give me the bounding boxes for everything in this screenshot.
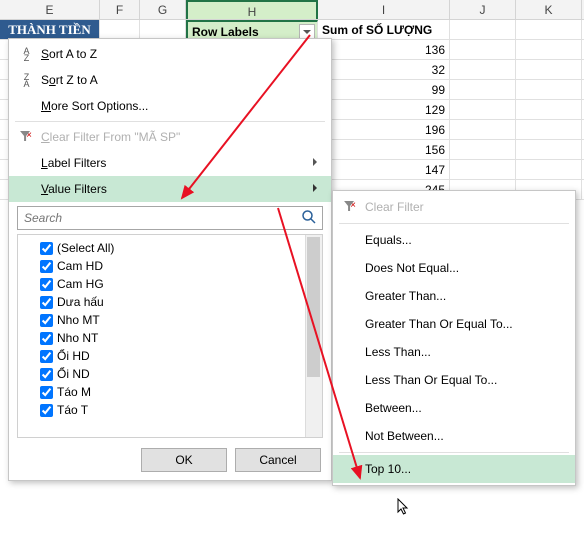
menu-separator bbox=[339, 452, 569, 453]
checkbox[interactable] bbox=[40, 314, 53, 327]
checkbox[interactable] bbox=[40, 278, 53, 291]
mouse-cursor-icon bbox=[397, 498, 411, 521]
list-item[interactable]: Ổi HD bbox=[40, 347, 318, 365]
row-labels-text: Row Labels bbox=[192, 25, 259, 39]
checkbox[interactable] bbox=[40, 242, 53, 255]
sub-clear-filter: Clear Filter bbox=[333, 193, 575, 221]
col-I[interactable]: I bbox=[318, 0, 450, 19]
sub-not-equal[interactable]: Does Not Equal... bbox=[333, 254, 575, 282]
list-item[interactable]: Cam HG bbox=[40, 275, 318, 293]
sub-less-than[interactable]: Less Than... bbox=[333, 338, 575, 366]
checkbox[interactable] bbox=[40, 404, 53, 417]
menu-separator bbox=[15, 121, 325, 122]
cell-thanh-tien[interactable]: THÀNH TIỀN bbox=[0, 20, 100, 39]
value-cell[interactable]: 129 bbox=[318, 100, 450, 119]
scrollbar[interactable] bbox=[305, 235, 322, 437]
col-G[interactable]: G bbox=[140, 0, 186, 19]
col-J[interactable]: J bbox=[450, 0, 516, 19]
sort-z-to-a[interactable]: Sort Z to A bbox=[9, 67, 331, 93]
checkbox[interactable] bbox=[40, 296, 53, 309]
search-input[interactable] bbox=[17, 206, 323, 230]
search-icon[interactable] bbox=[301, 209, 319, 227]
sub-between[interactable]: Between... bbox=[333, 394, 575, 422]
value-cell[interactable]: 196 bbox=[318, 120, 450, 139]
filter-checklist: (Select All) Cam HD Cam HG Dưa hấu Nho M… bbox=[17, 234, 323, 438]
checkbox[interactable] bbox=[40, 368, 53, 381]
search-box bbox=[17, 206, 323, 230]
list-item[interactable]: Ổi ND bbox=[40, 365, 318, 383]
cell-row-labels[interactable]: Row Labels bbox=[186, 20, 318, 39]
label-filters[interactable]: Label Filters bbox=[9, 150, 331, 176]
checkbox[interactable] bbox=[40, 386, 53, 399]
cancel-button[interactable]: Cancel bbox=[235, 448, 321, 472]
list-item[interactable]: Cam HD bbox=[40, 257, 318, 275]
list-item[interactable]: (Select All) bbox=[40, 239, 318, 257]
value-filters-submenu: Clear Filter Equals... Does Not Equal...… bbox=[332, 190, 576, 486]
sub-top-10[interactable]: Top 10... bbox=[333, 455, 575, 483]
sort-asc-icon bbox=[15, 46, 37, 62]
checkbox[interactable] bbox=[40, 332, 53, 345]
sub-gte[interactable]: Greater Than Or Equal To... bbox=[333, 310, 575, 338]
value-cell[interactable]: 147 bbox=[318, 160, 450, 179]
sub-not-between[interactable]: Not Between... bbox=[333, 422, 575, 450]
list-item[interactable]: Táo T bbox=[40, 401, 318, 419]
sub-equals[interactable]: Equals... bbox=[333, 226, 575, 254]
col-F[interactable]: F bbox=[100, 0, 140, 19]
ok-button[interactable]: OK bbox=[141, 448, 227, 472]
more-sort-options[interactable]: More Sort Options... bbox=[9, 93, 331, 119]
col-H[interactable]: H bbox=[186, 0, 318, 19]
value-cell[interactable]: 99 bbox=[318, 80, 450, 99]
filter-menu: Sort A to Z Sort Z to A More Sort Option… bbox=[8, 38, 332, 481]
sub-lte[interactable]: Less Than Or Equal To... bbox=[333, 366, 575, 394]
sub-greater-than[interactable]: Greater Than... bbox=[333, 282, 575, 310]
value-cell[interactable]: 156 bbox=[318, 140, 450, 159]
sort-a-to-z[interactable]: Sort A to Z bbox=[9, 41, 331, 67]
clear-filter: Clear Filter From "MÃ SP" bbox=[9, 124, 331, 150]
column-headers: E F G H I J K bbox=[0, 0, 584, 20]
list-item[interactable]: Táo M bbox=[40, 383, 318, 401]
list-item[interactable]: Nho NT bbox=[40, 329, 318, 347]
checkbox[interactable] bbox=[40, 260, 53, 273]
list-item[interactable]: Nho MT bbox=[40, 311, 318, 329]
clear-filter-icon bbox=[339, 200, 361, 214]
checkbox[interactable] bbox=[40, 350, 53, 363]
value-filters[interactable]: Value Filters bbox=[9, 176, 331, 202]
col-E[interactable]: E bbox=[0, 0, 100, 19]
filter-dropdown-icon[interactable] bbox=[299, 24, 315, 39]
sort-desc-icon bbox=[15, 72, 37, 88]
cell-sum-header[interactable]: Sum of SỐ LƯỢNG bbox=[318, 20, 450, 39]
clear-filter-icon bbox=[15, 130, 37, 144]
list-item[interactable]: Dưa hấu bbox=[40, 293, 318, 311]
value-cell[interactable]: 32 bbox=[318, 60, 450, 79]
menu-separator bbox=[339, 223, 569, 224]
submenu-arrow-icon bbox=[313, 184, 321, 192]
submenu-arrow-icon bbox=[313, 158, 321, 166]
col-K[interactable]: K bbox=[516, 0, 582, 19]
sort-az-label: ort A to Z bbox=[49, 47, 97, 61]
scrollbar-thumb[interactable] bbox=[307, 237, 320, 377]
value-cell[interactable]: 136 bbox=[318, 40, 450, 59]
